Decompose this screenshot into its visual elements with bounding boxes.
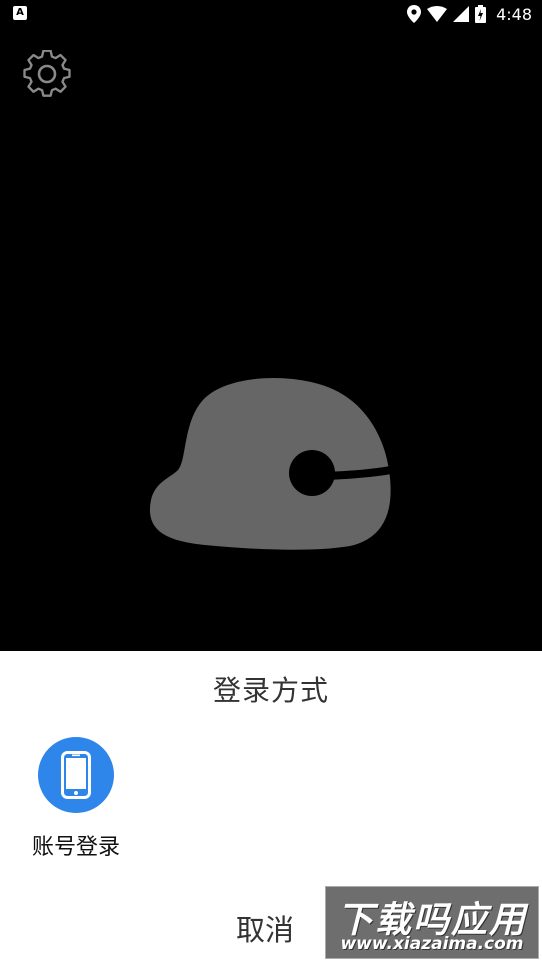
account-login-button[interactable] bbox=[38, 737, 114, 813]
status-bar: A 4:48 bbox=[0, 0, 542, 28]
location-icon bbox=[407, 5, 422, 23]
phone-icon bbox=[61, 751, 91, 799]
status-time: 4:48 bbox=[496, 4, 532, 24]
wifi-icon bbox=[427, 6, 448, 22]
watermark-logo: 下载吗应用 www.xiazaima.com bbox=[325, 886, 539, 959]
notification-app-icon: A bbox=[13, 6, 27, 20]
account-login-option[interactable]: 账号登录 bbox=[24, 737, 128, 861]
status-icons: 4:48 bbox=[407, 3, 532, 25]
gear-icon[interactable] bbox=[22, 49, 72, 100]
watermark-url: www.xiazaima.com bbox=[340, 934, 524, 954]
battery-charging-icon bbox=[475, 5, 487, 23]
screen: A 4:48 登录方式 账号登录 取消 下载吗应用 www.xiazaima.c… bbox=[0, 0, 542, 964]
cancel-button[interactable]: 取消 bbox=[236, 907, 294, 949]
account-login-label: 账号登录 bbox=[31, 835, 120, 860]
app-logo-mascot bbox=[145, 370, 397, 560]
sheet-title: 登录方式 bbox=[212, 674, 329, 707]
signal-icon bbox=[453, 6, 470, 22]
